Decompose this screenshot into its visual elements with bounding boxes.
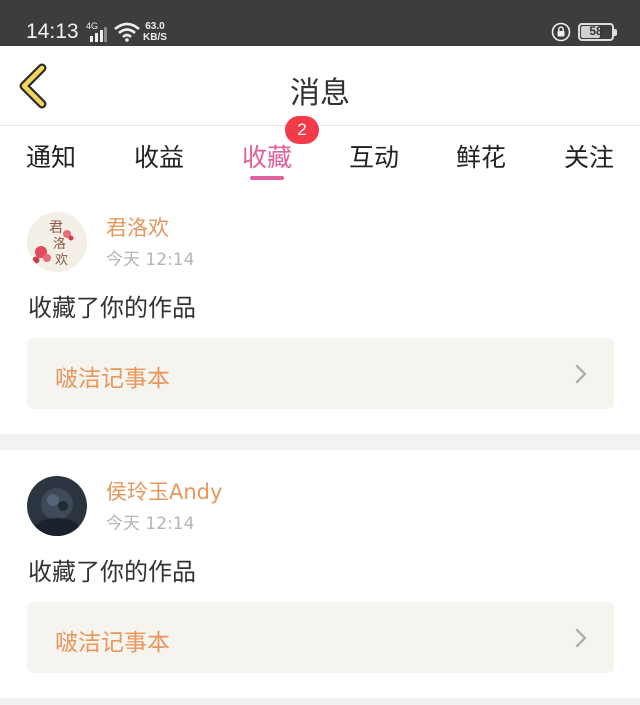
- avatar[interactable]: [27, 476, 87, 536]
- battery-tip: [614, 29, 617, 36]
- network-speed: 63.0 KB/S: [143, 21, 167, 43]
- svg-text:洛: 洛: [53, 237, 66, 252]
- tab-interactions[interactable]: 互动: [329, 138, 419, 174]
- active-tab-indicator: [250, 176, 284, 180]
- tab-notifications[interactable]: 通知: [6, 138, 96, 174]
- action-text: 收藏了你的作品: [28, 558, 196, 586]
- battery-icon: 58: [578, 23, 617, 41]
- tab-following[interactable]: 关注: [544, 138, 634, 174]
- work-title: 啵洁记事本: [55, 366, 170, 392]
- work-title: 啵洁记事本: [55, 630, 170, 656]
- avatar[interactable]: 君 洛 欢: [27, 212, 87, 272]
- status-time: 14:13: [26, 20, 79, 43]
- work-link[interactable]: 啵洁记事本: [27, 602, 614, 673]
- page-title: 消息: [290, 76, 350, 111]
- timestamp: 今天 12:14: [106, 250, 195, 270]
- tab-bar: 通知 收益 收藏 互动 鲜花 关注: [0, 126, 640, 188]
- chevron-right-icon: [575, 628, 587, 648]
- message-item: 君 洛 欢 君洛欢 今天 12:14 收藏了你的作品 啵洁记事本: [0, 188, 640, 438]
- favorites-count-badge: 2: [285, 116, 319, 144]
- battery-percent: 58: [589, 24, 603, 38]
- header-bar: 消息: [0, 46, 640, 126]
- chevron-right-icon: [575, 364, 587, 384]
- speed-value: 63.0: [145, 21, 165, 32]
- rotation-lock-icon: [551, 22, 571, 42]
- status-bar: 14:13 4G 63.0 KB/S 58: [0, 0, 640, 46]
- speed-unit: KB/S: [143, 32, 167, 43]
- svg-text:欢: 欢: [55, 253, 68, 268]
- work-link[interactable]: 啵洁记事本: [27, 338, 614, 409]
- tab-flowers[interactable]: 鲜花: [436, 138, 526, 174]
- tab-earnings[interactable]: 收益: [114, 138, 204, 174]
- svg-text:君: 君: [49, 220, 63, 236]
- wifi-icon: [114, 22, 140, 42]
- username[interactable]: 侯玲玉Andy: [106, 476, 222, 506]
- message-item: 侯玲玉Andy 今天 12:14 收藏了你的作品 啵洁记事本: [0, 452, 640, 702]
- item-divider: [0, 698, 640, 705]
- username[interactable]: 君洛欢: [106, 212, 169, 242]
- action-text: 收藏了你的作品: [28, 294, 196, 322]
- avatar-image: [27, 476, 87, 536]
- item-divider: [0, 434, 640, 450]
- signal-icon: [90, 27, 107, 42]
- avatar-image: 君 洛 欢: [27, 212, 87, 272]
- timestamp: 今天 12:14: [106, 514, 195, 534]
